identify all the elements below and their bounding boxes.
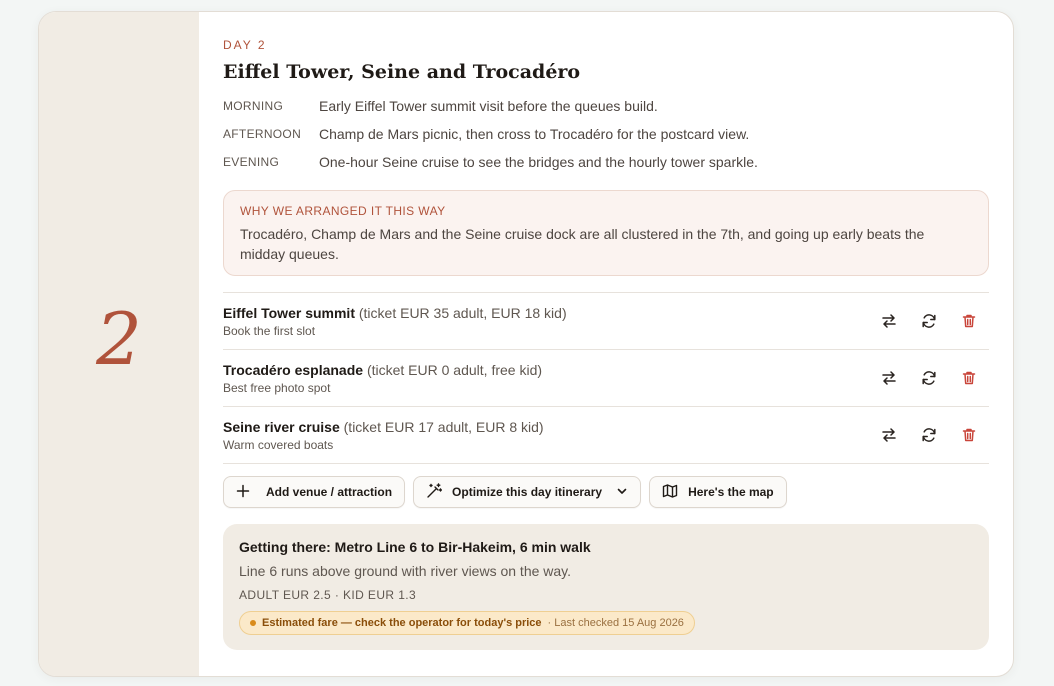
- fare-warning: Estimated fare — check the operator for …: [262, 617, 542, 629]
- day-toolbar: Add venue / attraction Optimize this day…: [223, 476, 989, 508]
- transit-description: Line 6 runs above ground with river view…: [239, 563, 572, 579]
- slot-label: AFTERNOON: [223, 127, 302, 141]
- why-title: WHY WE ARRANGED IT THIS WAY: [240, 204, 446, 218]
- plus-icon: [236, 484, 250, 501]
- refresh-icon[interactable]: [919, 425, 939, 445]
- add-venue-label: Add venue / attraction: [266, 485, 393, 499]
- optimize-label: Optimize this day itinerary: [452, 485, 603, 499]
- time-slots: MORNING Early Eiffel Tower summit visit …: [223, 98, 989, 182]
- map-button[interactable]: Here's the map: [649, 476, 787, 508]
- map-icon: [662, 483, 678, 502]
- fare-last-checked: · Last checked 15 Aug 2026: [547, 617, 684, 629]
- venue-actions: [879, 425, 979, 445]
- venue-name: Eiffel Tower summit: [223, 304, 355, 321]
- venue-info: Eiffel Tower summit (ticket EUR 35 adult…: [223, 304, 567, 339]
- venue-info: Seine river cruise (ticket EUR 17 adult,…: [223, 418, 544, 453]
- trash-icon[interactable]: [959, 425, 979, 445]
- venue-actions: [879, 311, 979, 331]
- venue-name: Trocadéro esplanade: [223, 361, 364, 378]
- transit-fare: ADULT EUR 2.5 · KID EUR 1.3: [239, 588, 417, 602]
- venue-actions: [879, 368, 979, 388]
- venue-list: Eiffel Tower summit (ticket EUR 35 adult…: [223, 292, 989, 464]
- venue-note: Warm covered boats: [223, 437, 334, 452]
- slot-morning: MORNING Early Eiffel Tower summit visit …: [223, 98, 989, 126]
- day-number: 2: [96, 297, 142, 381]
- transit-title: Getting there: Metro Line 6 to Bir-Hakei…: [239, 539, 591, 555]
- slot-text: Champ de Mars picnic, then cross to Troc…: [319, 126, 750, 142]
- status-dot-icon: [250, 620, 256, 626]
- venue-name: Seine river cruise: [223, 418, 340, 435]
- swap-icon[interactable]: [879, 425, 899, 445]
- venue-row: Eiffel Tower summit (ticket EUR 35 adult…: [223, 293, 989, 350]
- slot-text: Early Eiffel Tower summit visit before t…: [319, 98, 658, 114]
- swap-icon[interactable]: [879, 368, 899, 388]
- add-venue-button[interactable]: Add venue / attraction: [223, 476, 406, 508]
- why-text: Trocadéro, Champ de Mars and the Seine c…: [240, 226, 925, 262]
- venue-ticket: (ticket EUR 35 adult, EUR 18 kid): [358, 304, 567, 321]
- venue-ticket: (ticket EUR 17 adult, EUR 8 kid): [343, 418, 544, 435]
- venue-line: Seine river cruise (ticket EUR 17 adult,…: [223, 418, 544, 436]
- slot-label: EVENING: [223, 155, 280, 169]
- trash-icon[interactable]: [959, 368, 979, 388]
- swap-icon[interactable]: [879, 311, 899, 331]
- slot-evening: EVENING One-hour Seine cruise to see the…: [223, 154, 989, 182]
- day-number-rail: 2: [39, 12, 199, 676]
- day-title: Eiffel Tower, Seine and Trocadéro: [223, 61, 581, 83]
- venue-line: Trocadéro esplanade (ticket EUR 0 adult,…: [223, 361, 542, 379]
- day-label: DAY 2: [223, 38, 267, 52]
- venue-line: Eiffel Tower summit (ticket EUR 35 adult…: [223, 304, 567, 322]
- slot-label: MORNING: [223, 99, 284, 113]
- trash-icon[interactable]: [959, 311, 979, 331]
- venue-row: Trocadéro esplanade (ticket EUR 0 adult,…: [223, 350, 989, 407]
- venue-ticket: (ticket EUR 0 adult, free kid): [366, 361, 543, 378]
- transit-box: Getting there: Metro Line 6 to Bir-Hakei…: [223, 524, 989, 650]
- refresh-icon[interactable]: [919, 368, 939, 388]
- day-card: 2 DAY 2 Eiffel Tower, Seine and Trocadér…: [38, 11, 1014, 677]
- fare-estimate-badge: Estimated fare — check the operator for …: [239, 611, 695, 635]
- day-content: DAY 2 Eiffel Tower, Seine and Trocadéro …: [199, 12, 1013, 676]
- venue-info: Trocadéro esplanade (ticket EUR 0 adult,…: [223, 361, 542, 396]
- magic-wand-icon: [426, 482, 443, 502]
- venue-note: Book the first slot: [223, 323, 316, 338]
- venue-note: Best free photo spot: [223, 380, 331, 395]
- refresh-icon[interactable]: [919, 311, 939, 331]
- chevron-down-icon: [616, 485, 628, 500]
- map-label: Here's the map: [688, 485, 774, 499]
- optimize-itinerary-button[interactable]: Optimize this day itinerary: [413, 476, 642, 508]
- why-arranged-box: WHY WE ARRANGED IT THIS WAY Trocadéro, C…: [223, 190, 989, 276]
- slot-afternoon: AFTERNOON Champ de Mars picnic, then cro…: [223, 126, 989, 154]
- slot-text: One-hour Seine cruise to see the bridges…: [319, 154, 758, 170]
- venue-row: Seine river cruise (ticket EUR 17 adult,…: [223, 407, 989, 464]
